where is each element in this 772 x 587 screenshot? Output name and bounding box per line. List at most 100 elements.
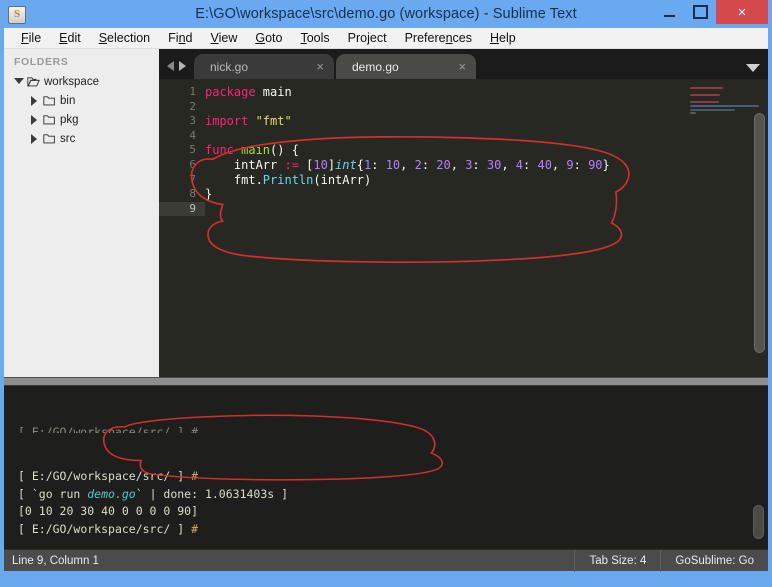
app-icon: S [8, 5, 26, 24]
code-token: () { [270, 143, 299, 158]
syntax-button[interactable]: GoSublime: Go [660, 549, 768, 572]
tree-item-label: workspace [44, 75, 99, 88]
code-token: 10 [313, 157, 328, 172]
console-token: [ ` [18, 486, 39, 501]
code-token: , [450, 157, 466, 172]
title-bar: S E:\GO\workspace\src\demo.go (workspace… [4, 0, 768, 28]
tree-item-label: src [60, 132, 76, 145]
code-token: } [602, 157, 610, 172]
editor-scrollbar-thumb[interactable] [754, 113, 765, 353]
code-token: ] [327, 157, 336, 172]
line-number: 3 [189, 114, 196, 128]
console-line: [ E:/GO/workspace/src/ ] # [18, 521, 768, 539]
console-scrollbar[interactable] [753, 390, 764, 545]
code-token: : [472, 157, 487, 172]
line-number: 4 [189, 128, 196, 142]
console-scrollbar-thumb[interactable] [753, 505, 764, 539]
editor-scrollbar[interactable] [754, 113, 765, 373]
tab-size-button[interactable]: Tab Size: 4 [574, 549, 660, 572]
code-line-8: } [205, 187, 684, 202]
editor-column: nick.go × demo.go × 123456789 package main … [159, 49, 768, 377]
menu-item-selection[interactable]: Selection [90, 29, 159, 47]
menu-item-preferences[interactable]: Preferences [396, 29, 481, 47]
line-number-gutter: 123456789 [159, 79, 205, 377]
code-token: 2 [414, 157, 422, 172]
tab-nav [159, 61, 194, 79]
code-token: (intArr) [313, 172, 372, 187]
nav-right-icon[interactable] [179, 61, 186, 71]
minimap-line [690, 104, 760, 107]
close-icon[interactable]: × [458, 59, 466, 74]
code-token: 40 [537, 157, 552, 172]
nav-left-icon[interactable] [167, 61, 174, 71]
line-number: 8 [189, 187, 196, 201]
line-number: 7 [189, 172, 196, 186]
menu-bar: File Edit Selection Find View Goto Tools Projec… [4, 28, 768, 49]
tabs: nick.go × demo.go × [194, 54, 478, 79]
menu-item-edit[interactable]: Edit [50, 29, 90, 47]
tab-demo-go[interactable]: demo.go × [336, 54, 476, 79]
code-token: Println [262, 172, 314, 187]
code-text[interactable]: package main import "fmt" func main() { … [205, 79, 684, 377]
console-token: ` | done: 1.0631403s ] [135, 486, 289, 501]
code-area[interactable]: 123456789 package main import "fmt" func… [159, 79, 768, 377]
folder-icon [43, 133, 56, 144]
code-token: package [205, 85, 263, 99]
tab-bar: nick.go × demo.go × [159, 49, 768, 79]
minimap-line [690, 94, 721, 97]
code-token: 4 [515, 157, 524, 172]
menu-item-goto[interactable]: Goto [246, 29, 291, 47]
minimap-line [690, 101, 719, 104]
line-number: 1 [189, 85, 196, 98]
console-token: # [191, 469, 199, 483]
console-token: go run [38, 486, 88, 501]
menu-item-help[interactable]: Help [481, 29, 525, 47]
code-token: 10 [385, 157, 401, 172]
menu-item-find[interactable]: Find [159, 29, 201, 47]
maximize-button[interactable] [685, 0, 716, 24]
tree-item-label: pkg [60, 113, 79, 126]
folders-header: FOLDERS [14, 56, 69, 68]
tree-item-workspace[interactable]: workspace [4, 72, 159, 91]
console-token: [0 10 20 30 40 0 0 0 0 90] [18, 504, 199, 518]
menu-item-project[interactable]: Project [339, 29, 396, 47]
sidebar: FOLDERS workspace bin pkg src [4, 49, 159, 377]
close-button[interactable]: × [716, 0, 768, 24]
chevron-right-icon[interactable] [30, 96, 39, 106]
menu-item-tools[interactable]: Tools [291, 29, 338, 47]
minimize-button[interactable] [654, 0, 685, 24]
close-icon[interactable]: × [316, 59, 324, 74]
folder-open-icon [27, 76, 40, 87]
line-number: 9 [159, 201, 205, 217]
chevron-down-icon[interactable] [746, 64, 760, 72]
tree-item-label: bin [60, 94, 76, 107]
code-token: : [421, 157, 437, 172]
code-line-3: import "fmt" [205, 114, 684, 129]
menu-item-view[interactable]: View [201, 29, 246, 47]
code-token: int [335, 157, 357, 172]
panel-splitter[interactable] [4, 377, 768, 386]
tab-nick-go[interactable]: nick.go × [194, 54, 334, 79]
minimap-line [690, 112, 696, 115]
tree-item-src[interactable]: src [4, 129, 159, 148]
code-token: import [205, 114, 256, 129]
code-token: 20 [436, 157, 451, 172]
chevron-down-icon[interactable] [14, 77, 24, 86]
sublime-text-window: S E:\GO\workspace\src\demo.go (workspace… [0, 0, 772, 587]
code-token: , [501, 157, 516, 172]
console-panel[interactable]: [ E:/GO/workspace/src/ ] # [ E:/GO/works… [4, 386, 768, 549]
tree-item-bin[interactable]: bin [4, 91, 159, 110]
console-token: ] [170, 469, 192, 483]
menu-item-file[interactable]: File [12, 29, 50, 47]
tree-item-pkg[interactable]: pkg [4, 110, 159, 129]
code-token: main [241, 143, 271, 158]
folder-icon [43, 95, 56, 106]
chevron-right-icon[interactable] [30, 115, 39, 125]
code-token: [ [298, 157, 314, 172]
minimap-line [690, 87, 724, 89]
code-token: main [262, 85, 292, 99]
console-token: E:/GO/workspace/src/ [31, 521, 171, 536]
chevron-right-icon[interactable] [30, 134, 39, 144]
